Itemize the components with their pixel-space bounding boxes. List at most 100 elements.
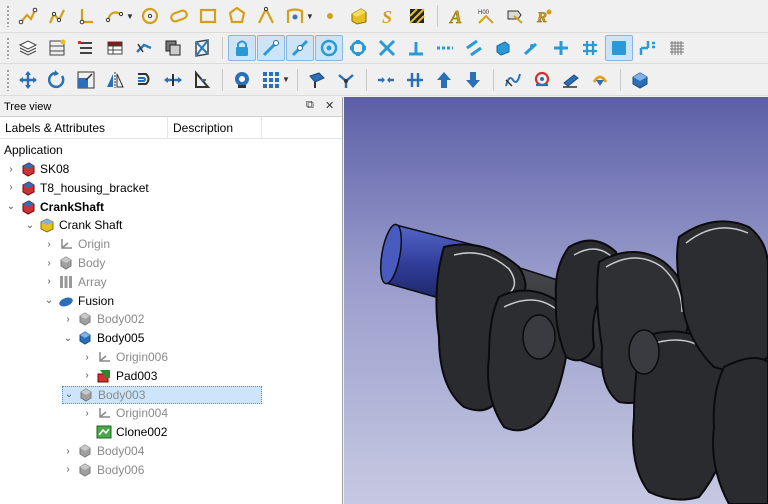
- chevron-down-icon[interactable]: ⌄: [5, 201, 17, 212]
- join-icon[interactable]: [372, 67, 400, 93]
- snap-midpoint-icon[interactable]: [286, 35, 314, 61]
- snap-endpoint-icon[interactable]: [257, 35, 285, 61]
- chevron-right-icon[interactable]: ›: [62, 314, 74, 325]
- chevron-right-icon[interactable]: ›: [43, 258, 55, 269]
- scale-icon[interactable]: [72, 67, 100, 93]
- snap-workingplane-icon[interactable]: [605, 35, 633, 61]
- heal-icon[interactable]: [586, 67, 614, 93]
- layer-icon[interactable]: R: [530, 3, 558, 29]
- pathtwist-icon[interactable]: [303, 67, 331, 93]
- arc-icon[interactable]: [101, 3, 129, 29]
- toolbar-grip[interactable]: [6, 68, 10, 91]
- chevron-right-icon[interactable]: ›: [81, 352, 93, 363]
- draft-to-sketch-icon[interactable]: [528, 67, 556, 93]
- chevron-right-icon[interactable]: ›: [81, 408, 93, 419]
- snap-angle-icon[interactable]: [344, 35, 372, 61]
- array-grid-icon[interactable]: [257, 67, 285, 93]
- toolbar-grip[interactable]: [6, 5, 10, 27]
- sketch-icon[interactable]: [626, 67, 654, 93]
- polygon-icon[interactable]: [223, 3, 251, 29]
- polyline-icon[interactable]: [14, 3, 42, 29]
- tree-item-clone002[interactable]: Clone002: [81, 423, 167, 441]
- circle-icon[interactable]: [136, 3, 164, 29]
- hatch-icon[interactable]: [403, 3, 431, 29]
- tree-item-sk08[interactable]: › SK08: [5, 160, 69, 178]
- clone-icon[interactable]: [159, 35, 187, 61]
- close-icon[interactable]: ✕: [325, 99, 334, 112]
- wire-icon[interactable]: [130, 35, 158, 61]
- snap-ortho-icon[interactable]: [547, 35, 575, 61]
- list-icon[interactable]: [72, 35, 100, 61]
- snap-extension-icon[interactable]: [431, 35, 459, 61]
- point-constraint-icon[interactable]: [72, 3, 100, 29]
- tree-item-origin004[interactable]: › Origin004: [81, 404, 168, 422]
- tree-item-array[interactable]: › Array: [43, 273, 106, 291]
- chevron-right-icon[interactable]: ›: [43, 239, 55, 250]
- chevron-down-icon[interactable]: ⌄: [24, 220, 36, 231]
- column-header-description[interactable]: Description: [168, 117, 262, 138]
- shape2dview-icon[interactable]: [557, 67, 585, 93]
- chevron-right-icon[interactable]: ›: [5, 182, 17, 193]
- toolbar-grip[interactable]: [6, 37, 10, 59]
- view-icon[interactable]: [228, 67, 256, 93]
- point-icon[interactable]: [316, 3, 344, 29]
- wire-to-bspline-icon[interactable]: [499, 67, 527, 93]
- tree-item-origin006[interactable]: › Origin006: [81, 348, 168, 366]
- tree-item-pad003[interactable]: › Pad003: [81, 367, 157, 385]
- annotation-text-icon[interactable]: A: [443, 3, 471, 29]
- tree-root-application[interactable]: Application: [4, 141, 63, 159]
- tree-item-t8-housing-bracket[interactable]: › T8_housing_bracket: [5, 179, 149, 197]
- snap-intersection-icon[interactable]: [373, 35, 401, 61]
- snap-dimensions-icon[interactable]: [634, 35, 662, 61]
- join-lines-icon[interactable]: [401, 67, 429, 93]
- trimex-icon[interactable]: [188, 67, 216, 93]
- tree-item-crank-shaft[interactable]: ⌄ Crank Shaft: [24, 216, 122, 234]
- snap-perpendicular-icon[interactable]: [402, 35, 430, 61]
- tree-item-crankshaft[interactable]: ⌄ CrankShaft: [5, 198, 104, 216]
- bspline-icon[interactable]: [43, 3, 71, 29]
- chevron-right-icon[interactable]: ›: [62, 446, 74, 457]
- stretch-icon[interactable]: [159, 67, 187, 93]
- slot-icon[interactable]: [165, 3, 193, 29]
- rotate-icon[interactable]: [43, 67, 71, 93]
- tree-item-body004[interactable]: › Body004: [62, 442, 144, 460]
- chevron-right-icon[interactable]: ›: [5, 164, 17, 175]
- table-icon[interactable]: [101, 35, 129, 61]
- snap-near-icon[interactable]: [518, 35, 546, 61]
- toggle-grid-icon[interactable]: [663, 35, 691, 61]
- snap-lock-icon[interactable]: [228, 35, 256, 61]
- upgrade-icon[interactable]: [430, 67, 458, 93]
- snap-center-icon[interactable]: [315, 35, 343, 61]
- snap-special-icon[interactable]: [489, 35, 517, 61]
- rectangle-icon[interactable]: [194, 3, 222, 29]
- chevron-right-icon[interactable]: ›: [43, 276, 55, 287]
- column-header-labels[interactable]: Labels & Attributes: [0, 117, 168, 138]
- chevron-right-icon[interactable]: ›: [62, 464, 74, 475]
- tree-item-fusion[interactable]: ⌄ Fusion: [43, 292, 114, 310]
- tree-item-body[interactable]: › Body: [43, 254, 105, 272]
- tree-item-body006[interactable]: › Body006: [62, 461, 144, 479]
- trim-icon[interactable]: [281, 3, 309, 29]
- array-icon[interactable]: [188, 35, 216, 61]
- 3d-viewport[interactable]: [344, 97, 768, 504]
- chevron-down-icon[interactable]: ▼: [126, 12, 134, 21]
- label-icon[interactable]: H00: [472, 3, 500, 29]
- mirror-icon[interactable]: [101, 67, 129, 93]
- chevron-down-icon[interactable]: ▼: [306, 12, 314, 21]
- downgrade-icon[interactable]: [459, 67, 487, 93]
- snap-parallel-icon[interactable]: [460, 35, 488, 61]
- tree-item-body003[interactable]: ⌄ Body003: [62, 385, 262, 404]
- grid-icon[interactable]: [43, 35, 71, 61]
- dimension-icon[interactable]: [501, 3, 529, 29]
- chevron-down-icon[interactable]: ⌄: [62, 333, 74, 344]
- chevron-down-icon[interactable]: ⌄: [63, 389, 75, 400]
- offset-icon[interactable]: [130, 67, 158, 93]
- fillet-icon[interactable]: [252, 3, 280, 29]
- layers-stack-icon[interactable]: [14, 35, 42, 61]
- chevron-right-icon[interactable]: ›: [81, 370, 93, 381]
- shapestring-s-icon[interactable]: S: [374, 3, 402, 29]
- move-icon[interactable]: [14, 67, 42, 93]
- split-icon[interactable]: [332, 67, 360, 93]
- tree-item-body002[interactable]: › Body002: [62, 310, 144, 328]
- shapestring-icon[interactable]: [345, 3, 373, 29]
